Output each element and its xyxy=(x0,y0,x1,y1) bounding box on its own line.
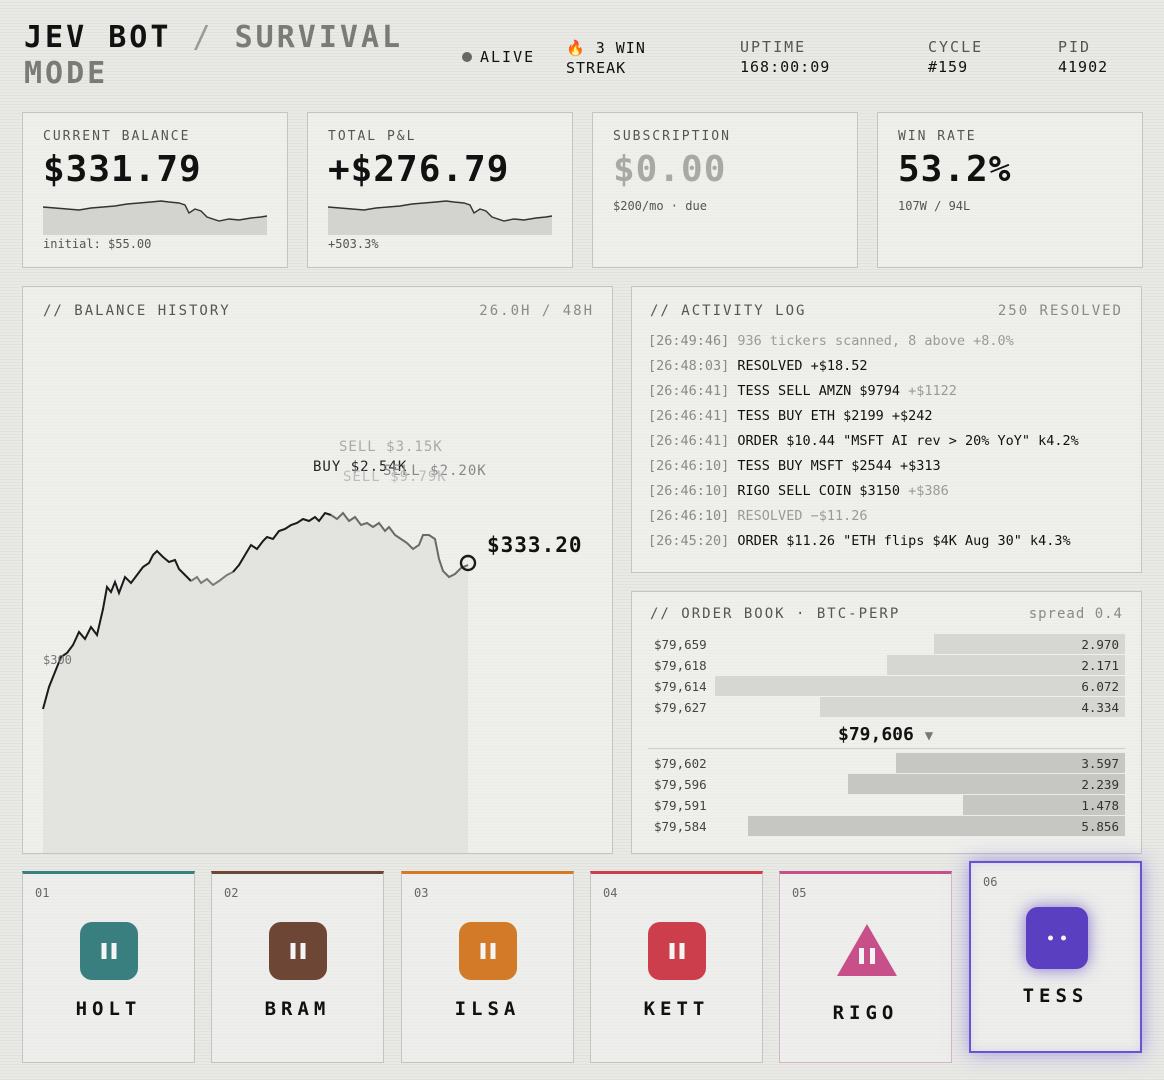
balance-area xyxy=(43,513,468,853)
agent-name: RIGO xyxy=(832,1002,899,1024)
ask-row: $79,627 4.334 xyxy=(648,697,1125,717)
cycle-block: CYCLE #159 xyxy=(928,37,983,77)
subscription-label: SUBSCRIPTION xyxy=(613,129,731,144)
app-title-main: JEV BOT xyxy=(24,20,172,55)
winrate-record: 107W / 94L xyxy=(898,199,971,213)
pause-icon[interactable] xyxy=(269,922,327,980)
pnl-label: TOTAL P&L xyxy=(328,129,417,144)
cycle-label: CYCLE xyxy=(928,38,984,56)
uptime-value: 168:00:09 xyxy=(740,58,831,76)
subscription-value: $0.00 xyxy=(613,149,727,190)
balance-axis-label: $300 xyxy=(43,653,72,667)
pid-block: PID 41902 xyxy=(1058,37,1108,77)
balance-last-value: $333.20 xyxy=(487,533,583,557)
agent-card-ilsa[interactable]: 03 ILSA xyxy=(401,871,574,1063)
log-entry: [26:45:20] ORDER $11.26 "ETH flips $4K A… xyxy=(648,533,1071,549)
log-entry: [26:46:10] RIGO SELL COIN $3150 +$386 xyxy=(648,483,949,499)
cycle-value: #159 xyxy=(928,58,969,76)
agent-number: 02 xyxy=(224,886,239,900)
down-arrow-icon: ▼ xyxy=(924,728,934,744)
agent-number: 01 xyxy=(35,886,50,900)
balance-label: CURRENT BALANCE xyxy=(43,129,191,144)
uptime-label: UPTIME xyxy=(740,38,807,56)
agent-card-rigo[interactable]: 05 RIGO xyxy=(779,871,952,1063)
pause-icon[interactable] xyxy=(459,922,517,980)
winrate-label: WIN RATE xyxy=(898,129,977,144)
activity-log-count: 250 RESOLVED xyxy=(997,303,1123,319)
triangle-icon[interactable] xyxy=(833,918,901,980)
pnl-sparkline xyxy=(328,200,553,235)
bid-row: $79,584 5.856 xyxy=(648,816,1125,836)
balance-initial: initial: $55.00 xyxy=(43,237,152,251)
log-entry: [26:46:10] TESS BUY MSFT $2544 +$313 xyxy=(648,458,941,474)
agent-name: BRAM xyxy=(264,998,331,1020)
pnl-value: +$276.79 xyxy=(328,149,510,190)
agent-name: KETT xyxy=(643,998,710,1020)
log-entry: [26:46:41] TESS SELL AMZN $9794 +$1122 xyxy=(648,383,957,399)
bid-row: $79,602 3.597 xyxy=(648,753,1125,773)
agent-name: ILSA xyxy=(454,998,521,1020)
winrate-card: WIN RATE 53.2% 107W / 94L xyxy=(877,112,1143,268)
balance-value: $331.79 xyxy=(43,149,202,190)
title-mode: MODE xyxy=(24,56,109,91)
log-entry: [26:48:03] RESOLVED +$18.52 xyxy=(648,358,868,374)
title-slash: / xyxy=(192,20,214,55)
pid-label: PID xyxy=(1058,38,1092,56)
pause-icon[interactable] xyxy=(80,922,138,980)
bid-row: $79,591 1.478 xyxy=(648,795,1125,815)
agent-number: 03 xyxy=(414,886,429,900)
streak-line-1: 3 WIN xyxy=(595,39,646,57)
pause-icon[interactable] xyxy=(648,922,706,980)
ask-row: $79,614 6.072 xyxy=(648,676,1125,696)
agent-name: HOLT xyxy=(75,998,142,1020)
order-book-title: // ORDER BOOK · BTC-PERP xyxy=(650,606,901,622)
subscription-due: $200/mo · due xyxy=(613,199,707,213)
agent-card-bram[interactable]: 02 BRAM xyxy=(211,871,384,1063)
status-text: ALIVE xyxy=(480,48,536,66)
mid-price: $79,606 ▼ xyxy=(838,724,934,745)
balance-history-chart xyxy=(42,511,477,853)
agent-name: TESS xyxy=(1022,985,1089,1007)
log-entry: [26:46:41] ORDER $10.44 "MSFT AI rev > 2… xyxy=(648,433,1079,449)
activity-log-title: // ACTIVITY LOG xyxy=(650,303,807,319)
agent-number: 04 xyxy=(603,886,618,900)
agent-card-holt[interactable]: 01 HOLT xyxy=(22,871,195,1063)
pid-value: 41902 xyxy=(1058,58,1109,76)
agent-card-tess[interactable]: 06 TESS xyxy=(969,861,1142,1053)
agent-number: 06 xyxy=(983,875,998,889)
balance-history-panel: // BALANCE HISTORY 26.0H / 48H $333.20 $… xyxy=(22,286,613,854)
uptime-block: UPTIME 168:00:09 xyxy=(740,37,830,77)
depth-bar xyxy=(714,676,1125,696)
pnl-card: TOTAL P&L +$276.79 +503.3% xyxy=(307,112,573,268)
winrate-value: 53.2% xyxy=(898,149,1012,190)
balance-sparkline xyxy=(43,200,268,235)
depth-bar xyxy=(819,697,1125,717)
log-entry: [26:46:10] RESOLVED −$11.26 xyxy=(648,508,868,524)
ask-row: $79,618 2.171 xyxy=(648,655,1125,675)
order-book-spread: spread 0.4 xyxy=(1028,606,1123,622)
trade-annotation: SELL $3.15K xyxy=(339,439,443,455)
ask-row: $79,659 2.970 xyxy=(648,634,1125,654)
fire-icon: 🔥 xyxy=(566,39,586,57)
status-indicator: ALIVE xyxy=(462,47,535,67)
streak-line-2: STREAK xyxy=(566,59,627,77)
status-dot xyxy=(462,52,472,62)
log-entry: [26:46:41] TESS BUY ETH $2199 +$242 xyxy=(648,408,933,424)
agent-number: 05 xyxy=(792,886,807,900)
trade-annotation: SELL $9.79K xyxy=(343,469,447,485)
order-book-panel: // ORDER BOOK · BTC-PERP spread 0.4 $79,… xyxy=(631,591,1142,854)
agent-card-kett[interactable]: 04 KETT xyxy=(590,871,763,1063)
spread-divider xyxy=(648,748,1125,749)
title-survival: SURVIVAL xyxy=(234,20,404,55)
app-title: JEV BOT / SURVIVAL MODE xyxy=(24,20,403,92)
balance-card: CURRENT BALANCE $331.79 initial: $55.00 xyxy=(22,112,288,268)
activity-log-panel[interactable]: // ACTIVITY LOG 250 RESOLVED [26:49:46] … xyxy=(631,286,1142,573)
face-icon[interactable] xyxy=(1026,907,1088,969)
win-streak: 🔥 3 WIN STREAK xyxy=(566,38,646,78)
log-entry: [26:49:46] 936 tickers scanned, 8 above … xyxy=(648,333,1014,349)
pnl-percent: +503.3% xyxy=(328,237,379,251)
subscription-card: SUBSCRIPTION $0.00 $200/mo · due xyxy=(592,112,858,268)
bid-row: $79,596 2.239 xyxy=(648,774,1125,794)
depth-bar xyxy=(748,816,1125,836)
